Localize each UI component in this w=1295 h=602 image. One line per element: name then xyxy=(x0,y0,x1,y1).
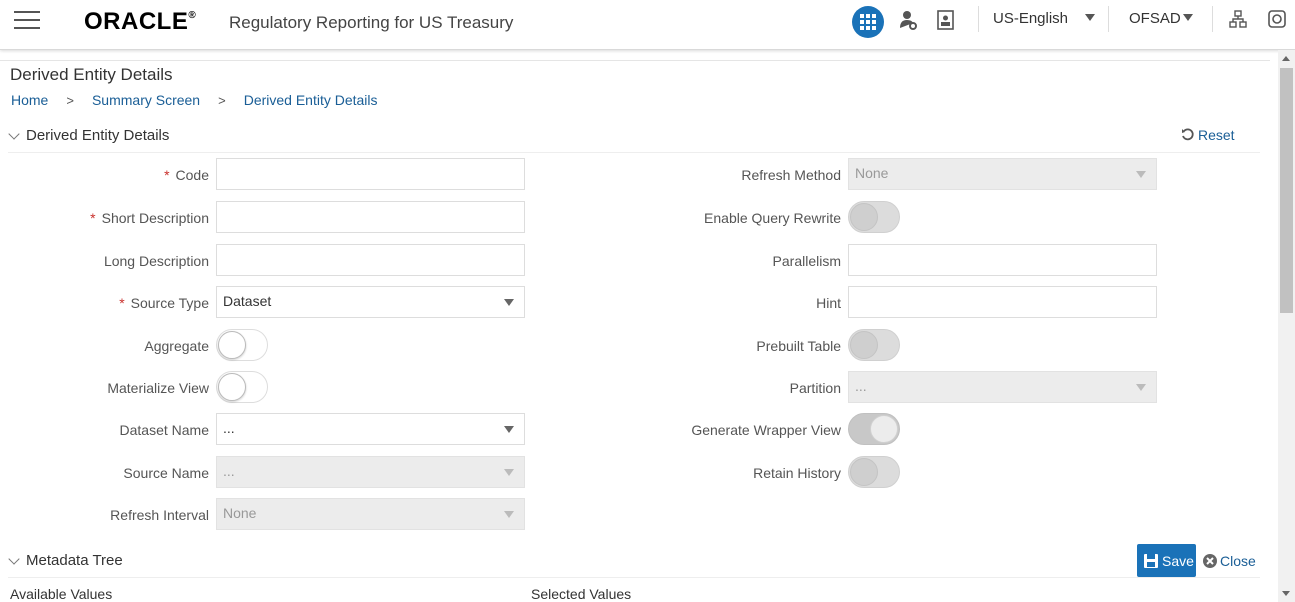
refresh-method-select: None xyxy=(848,158,1157,190)
breadcrumb-separator: > xyxy=(218,92,226,108)
section-header-metadata[interactable]: Metadata Tree xyxy=(8,552,123,569)
dataset-name-value: ... xyxy=(223,420,235,436)
section-title: Derived Entity Details xyxy=(26,127,170,144)
long-description-input[interactable] xyxy=(216,244,525,276)
breadcrumb-separator: > xyxy=(66,92,74,108)
reset-icon xyxy=(1182,128,1194,141)
user-caret-icon[interactable] xyxy=(1183,14,1193,21)
page-title: Derived Entity Details xyxy=(10,65,173,84)
chevron-down-icon xyxy=(1136,171,1146,178)
close-icon xyxy=(1203,554,1217,568)
code-label: * Code xyxy=(164,167,209,183)
apps-grid-icon[interactable] xyxy=(852,6,884,38)
app-title: Regulatory Reporting for US Treasury xyxy=(229,13,514,32)
save-button[interactable]: Save xyxy=(1137,544,1196,577)
divider xyxy=(1108,6,1109,32)
breadcrumb: Home > Summary Screen > Derived Entity D… xyxy=(11,92,378,108)
source-name-label: Source Name xyxy=(123,465,209,481)
partition-value: ... xyxy=(855,378,867,394)
divider xyxy=(8,577,1260,578)
chevron-down-icon xyxy=(8,127,20,140)
generate-wrapper-view-toggle xyxy=(848,413,900,445)
chevron-down-icon xyxy=(1136,384,1146,391)
top-bar: ORACLE® Regulatory Reporting for US Trea… xyxy=(0,0,1295,50)
parallelism-label: Parallelism xyxy=(772,253,841,269)
materialize-view-label: Materialize View xyxy=(107,380,209,396)
chevron-down-icon xyxy=(504,511,514,518)
source-name-select: ... xyxy=(216,456,525,488)
materialize-view-toggle[interactable] xyxy=(216,371,268,403)
prebuilt-table-label: Prebuilt Table xyxy=(756,338,841,354)
user-settings-icon[interactable] xyxy=(899,10,917,35)
main-content: Derived Entity Details Home > Summary Sc… xyxy=(0,60,1270,602)
aggregate-toggle[interactable] xyxy=(216,329,268,361)
retain-history-toggle xyxy=(848,456,900,488)
source-type-label: * Source Type xyxy=(119,295,209,311)
parallelism-input[interactable] xyxy=(848,244,1157,276)
reset-button[interactable]: Reset xyxy=(1181,127,1235,143)
close-button[interactable]: Close xyxy=(1203,553,1256,569)
generate-wrapper-view-label: Generate Wrapper View xyxy=(691,422,841,438)
language-selector[interactable]: US-English xyxy=(993,10,1068,27)
refresh-method-label: Refresh Method xyxy=(741,167,841,183)
hint-label: Hint xyxy=(816,295,841,311)
divider xyxy=(978,6,979,32)
partition-label: Partition xyxy=(789,380,841,396)
aggregate-label: Aggregate xyxy=(144,338,209,354)
dataset-name-select[interactable]: ... xyxy=(216,413,525,445)
retain-history-label: Retain History xyxy=(753,465,841,481)
language-caret-icon[interactable] xyxy=(1085,14,1095,21)
scrollbar-thumb[interactable] xyxy=(1280,68,1293,313)
chevron-down-icon xyxy=(504,469,514,476)
chevron-down-icon xyxy=(504,299,514,306)
short-description-input[interactable] xyxy=(216,201,525,233)
breadcrumb-current[interactable]: Derived Entity Details xyxy=(244,92,378,108)
metadata-title: Metadata Tree xyxy=(26,552,123,569)
divider xyxy=(1212,6,1213,32)
refresh-interval-select: None xyxy=(216,498,525,530)
available-values-label: Available Values xyxy=(10,586,113,602)
section-header-details[interactable]: Derived Entity Details xyxy=(8,127,170,144)
sitemap-icon[interactable] xyxy=(1229,10,1247,33)
short-description-label: * Short Description xyxy=(90,210,209,226)
refresh-interval-value: None xyxy=(223,505,257,521)
oracle-logo: ORACLE® xyxy=(84,8,197,35)
source-type-value: Dataset xyxy=(223,293,272,309)
scroll-up-icon[interactable] xyxy=(1282,56,1290,61)
enable-query-rewrite-toggle xyxy=(848,201,900,233)
floppy-icon xyxy=(1144,553,1158,568)
refresh-method-value: None xyxy=(855,165,889,181)
partition-select: ... xyxy=(848,371,1157,403)
vertical-scrollbar[interactable] xyxy=(1278,50,1295,602)
breadcrumb-home[interactable]: Home xyxy=(11,92,48,108)
menu-icon[interactable] xyxy=(14,11,40,29)
source-type-select[interactable]: Dataset xyxy=(216,286,525,318)
chevron-down-icon xyxy=(8,552,20,565)
scroll-down-icon[interactable] xyxy=(1282,591,1290,596)
refresh-interval-label: Refresh Interval xyxy=(110,507,209,523)
enable-query-rewrite-label: Enable Query Rewrite xyxy=(704,210,841,226)
user-menu[interactable]: OFSAD xyxy=(1129,10,1181,27)
divider xyxy=(8,152,1260,153)
long-description-label: Long Description xyxy=(103,253,209,269)
dataset-name-label: Dataset Name xyxy=(119,422,209,438)
selected-values-label: Selected Values xyxy=(531,586,632,602)
document-icon[interactable] xyxy=(937,10,955,35)
prebuilt-table-toggle xyxy=(848,329,900,361)
hint-input[interactable] xyxy=(848,286,1157,318)
breadcrumb-summary[interactable]: Summary Screen xyxy=(92,92,200,108)
code-input[interactable] xyxy=(216,158,525,190)
help-icon[interactable] xyxy=(1268,10,1286,33)
chevron-down-icon xyxy=(504,426,514,433)
source-name-value: ... xyxy=(223,463,235,479)
